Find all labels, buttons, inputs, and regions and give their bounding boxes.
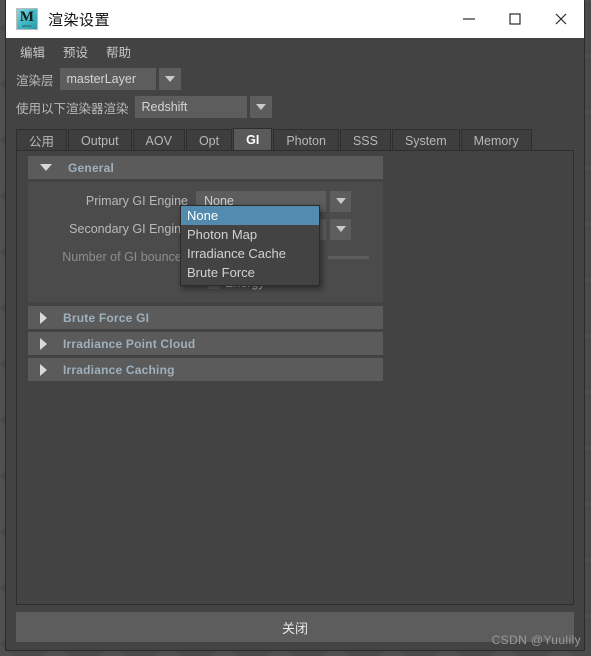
render-layer-label: 渲染层	[16, 73, 54, 88]
frame-header-brute-force-gi[interactable]: Brute Force GI	[28, 306, 383, 329]
frame-title-irradiance-point-cloud: Irradiance Point Cloud	[63, 336, 196, 351]
tab-common[interactable]: 公用	[16, 129, 68, 151]
tab-bar: 公用 Output AOV Opt GI Photon SSS System M…	[16, 128, 576, 151]
tab-output[interactable]: Output	[68, 129, 132, 151]
window-title: 渲染设置	[48, 11, 111, 29]
maya-logo-icon: M MAYA	[16, 8, 38, 30]
frame-title-irradiance-caching: Irradiance Caching	[63, 362, 175, 377]
maya-logo-letter: M	[19, 9, 35, 25]
render-layer-field[interactable]: masterLayer	[59, 68, 156, 90]
tab-memory[interactable]: Memory	[460, 129, 532, 151]
gi-bounces-label: Number of GI bounces	[62, 250, 188, 264]
menu-item-preset[interactable]: 预设	[57, 40, 94, 63]
menu-bar: 编辑 预设 帮助	[6, 38, 584, 64]
chevron-down-icon	[255, 104, 266, 110]
maximize-icon	[509, 13, 521, 25]
tab-aov[interactable]: AOV	[132, 129, 185, 151]
frame-header-general[interactable]: General	[28, 156, 383, 179]
window-controls	[446, 0, 584, 38]
render-layer-row: 渲染层 masterLayer	[16, 68, 181, 90]
dropdown-option-photon-map[interactable]: Photon Map	[181, 225, 319, 244]
maximize-button[interactable]	[492, 0, 538, 38]
primary-gi-engine-dropdown-button[interactable]	[330, 190, 351, 212]
chevron-down-icon	[335, 226, 346, 232]
tab-system[interactable]: System	[391, 129, 460, 151]
render-settings-window: M MAYA 渲染设置 编辑 预设 帮助 渲染层 masterLayer 使用以…	[6, 0, 584, 650]
secondary-gi-engine-label: Secondary GI Engine	[69, 222, 188, 236]
tab-gi[interactable]: GI	[233, 128, 273, 151]
primary-gi-engine-label: Primary GI Engine	[85, 194, 188, 208]
triangle-right-icon	[40, 363, 47, 376]
tab-sss[interactable]: SSS	[339, 129, 391, 151]
menu-item-help[interactable]: 帮助	[100, 40, 137, 63]
tab-photon[interactable]: Photon	[273, 129, 339, 151]
primary-gi-engine-dropdown-list: None Photon Map Irradiance Cache Brute F…	[180, 205, 320, 286]
close-icon	[555, 13, 567, 25]
render-layer-dropdown-button[interactable]	[158, 68, 181, 90]
renderer-field[interactable]: Redshift	[134, 96, 247, 118]
dropdown-option-irradiance-cache[interactable]: Irradiance Cache	[181, 244, 319, 263]
secondary-gi-engine-dropdown-button[interactable]	[330, 218, 351, 240]
triangle-right-icon	[40, 337, 47, 350]
triangle-down-icon	[40, 164, 52, 171]
close-button[interactable]	[538, 0, 584, 38]
renderer-dropdown-button[interactable]	[249, 96, 272, 118]
minimize-icon	[463, 18, 475, 20]
close-dialog-button[interactable]: 关闭	[16, 612, 574, 642]
title-bar: M MAYA 渲染设置	[6, 0, 584, 38]
minimize-button[interactable]	[446, 0, 492, 38]
frame-header-irradiance-point-cloud[interactable]: Irradiance Point Cloud	[28, 332, 383, 355]
frame-header-irradiance-caching[interactable]: Irradiance Caching	[28, 358, 383, 381]
frame-title-brute-force-gi: Brute Force GI	[63, 310, 150, 325]
renderer-label: 使用以下渲染器渲染	[16, 101, 129, 116]
maya-logo-sublabel: MAYA	[22, 24, 32, 28]
tab-opt[interactable]: Opt	[185, 129, 233, 151]
chevron-down-icon	[164, 76, 175, 82]
renderer-row: 使用以下渲染器渲染 Redshift	[16, 96, 272, 118]
dropdown-option-brute-force[interactable]: Brute Force	[181, 263, 319, 282]
frame-title-general: General	[68, 160, 115, 175]
gi-bounces-slider[interactable]	[328, 255, 369, 259]
triangle-right-icon	[40, 311, 47, 324]
menu-item-edit[interactable]: 编辑	[14, 40, 51, 63]
dropdown-option-none[interactable]: None	[181, 206, 319, 225]
chevron-down-icon	[335, 198, 346, 204]
